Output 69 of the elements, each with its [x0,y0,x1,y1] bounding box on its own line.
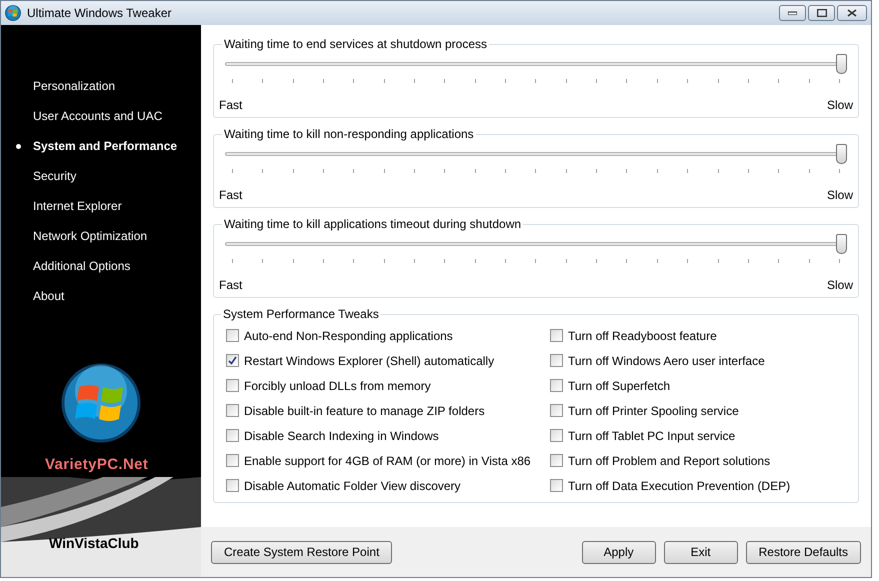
slow-label: Slow [826,97,853,114]
slider[interactable] [225,54,847,74]
maximize-button[interactable] [808,5,835,21]
checkbox-option[interactable]: Turn off Tablet PC Input service [550,423,790,448]
checkbox[interactable] [550,329,563,342]
maximize-icon [816,9,826,17]
checkbox[interactable] [550,479,563,492]
checkbox-option[interactable]: Turn off Readyboost feature [550,323,790,348]
checkbox-option[interactable]: Auto-end Non-Responding applications [226,323,550,348]
checkbox-option[interactable]: Turn off Superfetch [550,373,790,398]
sidebar-item[interactable]: Additional Options [1,251,201,281]
checkbox[interactable] [226,354,239,367]
slow-label: Slow [826,277,853,294]
dialog-button[interactable]: Apply [582,540,656,564]
checkbox-option[interactable]: Disable built-in feature to manage ZIP folders [226,398,550,423]
checkbox-option[interactable]: Enable support for 4GB of RAM (or more) in Vista x86 [226,448,550,473]
sidebar-item[interactable]: User Accounts and UAC [1,101,201,131]
checkbox-option[interactable]: Disable Automatic Folder View discovery [226,473,550,498]
minimize-button[interactable] [779,5,806,21]
fast-label: Fast [219,187,242,204]
checkbox[interactable] [226,429,239,442]
windows-logo-icon [5,5,21,21]
checkbox[interactable] [226,454,239,467]
slider-thumb[interactable] [836,144,847,164]
dialog-button[interactable]: Exit [664,540,738,564]
checkbox[interactable] [550,404,563,417]
sidebar-item[interactable]: Security [1,161,201,191]
group-title: Waiting time to kill applications timeout during shutdown [223,216,522,233]
sidebar-item[interactable]: System and Performance [1,131,201,161]
checkbox-option[interactable]: Disable Search Indexing in Windows [226,423,550,448]
windows-logo-icon [61,363,141,443]
sidebar-item[interactable]: About [1,281,201,311]
checkbox-option[interactable]: Turn off Problem and Report solutions [550,448,790,473]
sidebar-item[interactable]: Personalization [1,71,201,101]
checkbox[interactable] [226,404,239,417]
club-text: WinVistaClub [49,534,139,553]
dialog-button[interactable]: Restore Defaults [746,540,861,564]
group-title: Waiting time to kill non-responding applications [223,126,475,143]
checkmark-icon [228,356,237,365]
checkbox[interactable] [550,454,563,467]
checkbox[interactable] [550,429,563,442]
sidebar-item[interactable]: Network Optimization [1,221,201,251]
checkbox-option[interactable]: Forcibly unload DLLs from memory [226,373,550,398]
close-icon [847,9,857,17]
checkbox[interactable] [550,379,563,392]
checkbox[interactable] [226,479,239,492]
checkbox[interactable] [226,329,239,342]
checkbox-option[interactable]: Restart Windows Explorer (Shell) automatically [226,348,550,373]
checkbox-option[interactable]: Turn off Printer Spooling service [550,398,790,423]
slow-label: Slow [826,187,853,204]
window-title: Ultimate Windows Tweaker [27,5,172,22]
fast-label: Fast [219,97,242,114]
checkbox[interactable] [226,379,239,392]
slider[interactable] [225,234,847,254]
group-title: System Performance Tweaks [222,306,380,323]
slider-thumb[interactable] [836,54,847,74]
dialog-button[interactable]: Create System Restore Point [211,540,392,564]
fast-label: Fast [219,277,242,294]
checkbox[interactable] [550,354,563,367]
sidebar-item[interactable]: Internet Explorer [1,191,201,221]
bullet-icon [16,144,21,149]
checkbox-option[interactable]: Turn off Data Execution Prevention (DEP) [550,473,790,498]
checkbox-option[interactable]: Turn off Windows Aero user interface [550,348,790,373]
close-button[interactable] [837,5,867,21]
brand-text: VarietyPC.Net [45,455,148,475]
minimize-icon [788,11,797,15]
slider[interactable] [225,144,847,164]
group-title: Waiting time to end services at shutdown process [223,36,488,53]
slider-thumb[interactable] [836,234,847,254]
